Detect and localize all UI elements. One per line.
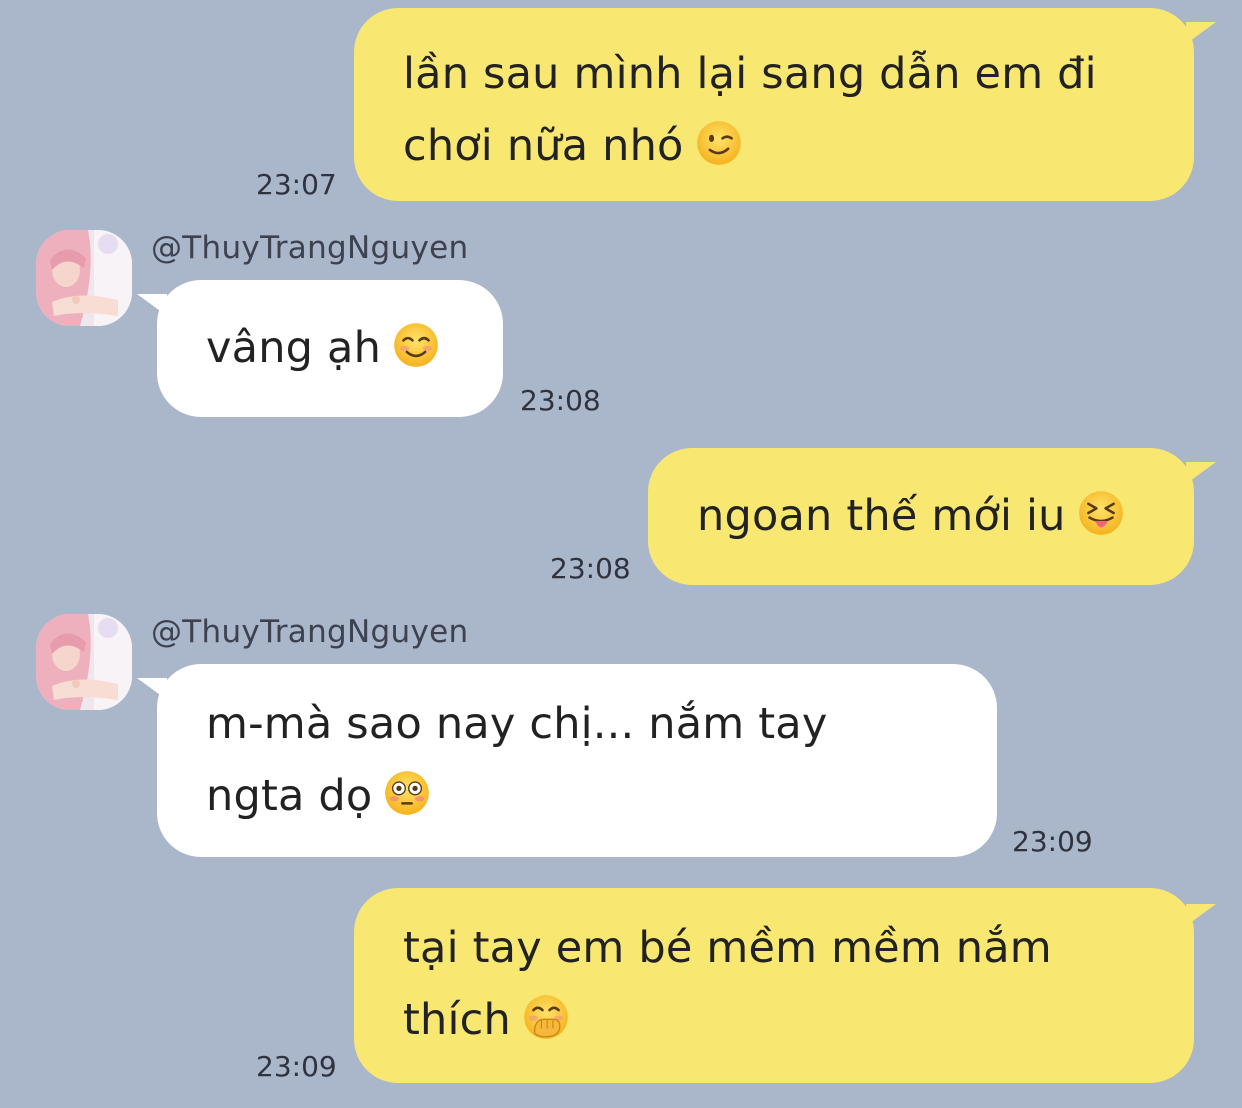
sender-name: @ThuyTrangNguyen [151,614,469,650]
squinting-tongue-face-icon [1078,491,1123,535]
message-timestamp: 23:08 [520,384,601,417]
bubble-tail [1186,462,1216,484]
message-text-line: ngoan thế mới iu [697,480,1164,552]
hand-over-mouth-face-icon [524,995,568,1039]
flushed-face-icon [385,771,430,815]
message-text: vâng ạh [206,323,382,373]
message-text: ngoan thế mới iu [697,491,1066,541]
message-text-line: tại tay em bé mềm mềm nắm [403,923,1052,973]
message-text-line: ngta dọ [206,760,967,832]
bubble-tail [137,678,167,700]
message-timestamp: 23:08 [550,552,631,585]
bubble-tail [1186,22,1216,44]
sender-name: @ThuyTrangNguyen [151,230,469,266]
message-text-line: chơi nữa nhó [403,110,1154,182]
message-text-line: vâng ạh [206,312,473,384]
winking-face-icon [696,121,741,165]
message-text-line: lần sau mình lại sang dẫn em đi [403,49,1097,99]
message-text: ngta dọ [206,771,373,821]
chat-thread: lần sau mình lại sang dẫn em đi chơi nữa… [0,0,1242,1108]
outgoing-message-bubble[interactable]: tại tay em bé mềm mềm nắm thích [354,888,1194,1083]
avatar[interactable] [36,614,132,710]
message-timestamp: 23:09 [256,1050,337,1083]
avatar-image [36,230,132,326]
message-timestamp: 23:09 [1012,825,1093,858]
avatar-image [36,614,132,710]
message-timestamp: 23:07 [256,168,337,201]
message-text: thích [403,995,511,1045]
incoming-message-bubble[interactable]: vâng ạh [157,280,503,417]
message-text-line: m-mà sao nay chị... nắm tay [206,699,828,749]
bubble-tail [137,294,167,316]
incoming-message-bubble[interactable]: m-mà sao nay chị... nắm tay ngta dọ [157,664,997,857]
avatar[interactable] [36,230,132,326]
message-text: chơi nữa nhó [403,121,684,171]
outgoing-message-bubble[interactable]: lần sau mình lại sang dẫn em đi chơi nữa… [354,8,1194,201]
bubble-tail [1186,904,1216,926]
outgoing-message-bubble[interactable]: ngoan thế mới iu [648,448,1194,585]
smiling-face-icon [394,323,438,367]
message-text-line: thích [403,984,1154,1056]
